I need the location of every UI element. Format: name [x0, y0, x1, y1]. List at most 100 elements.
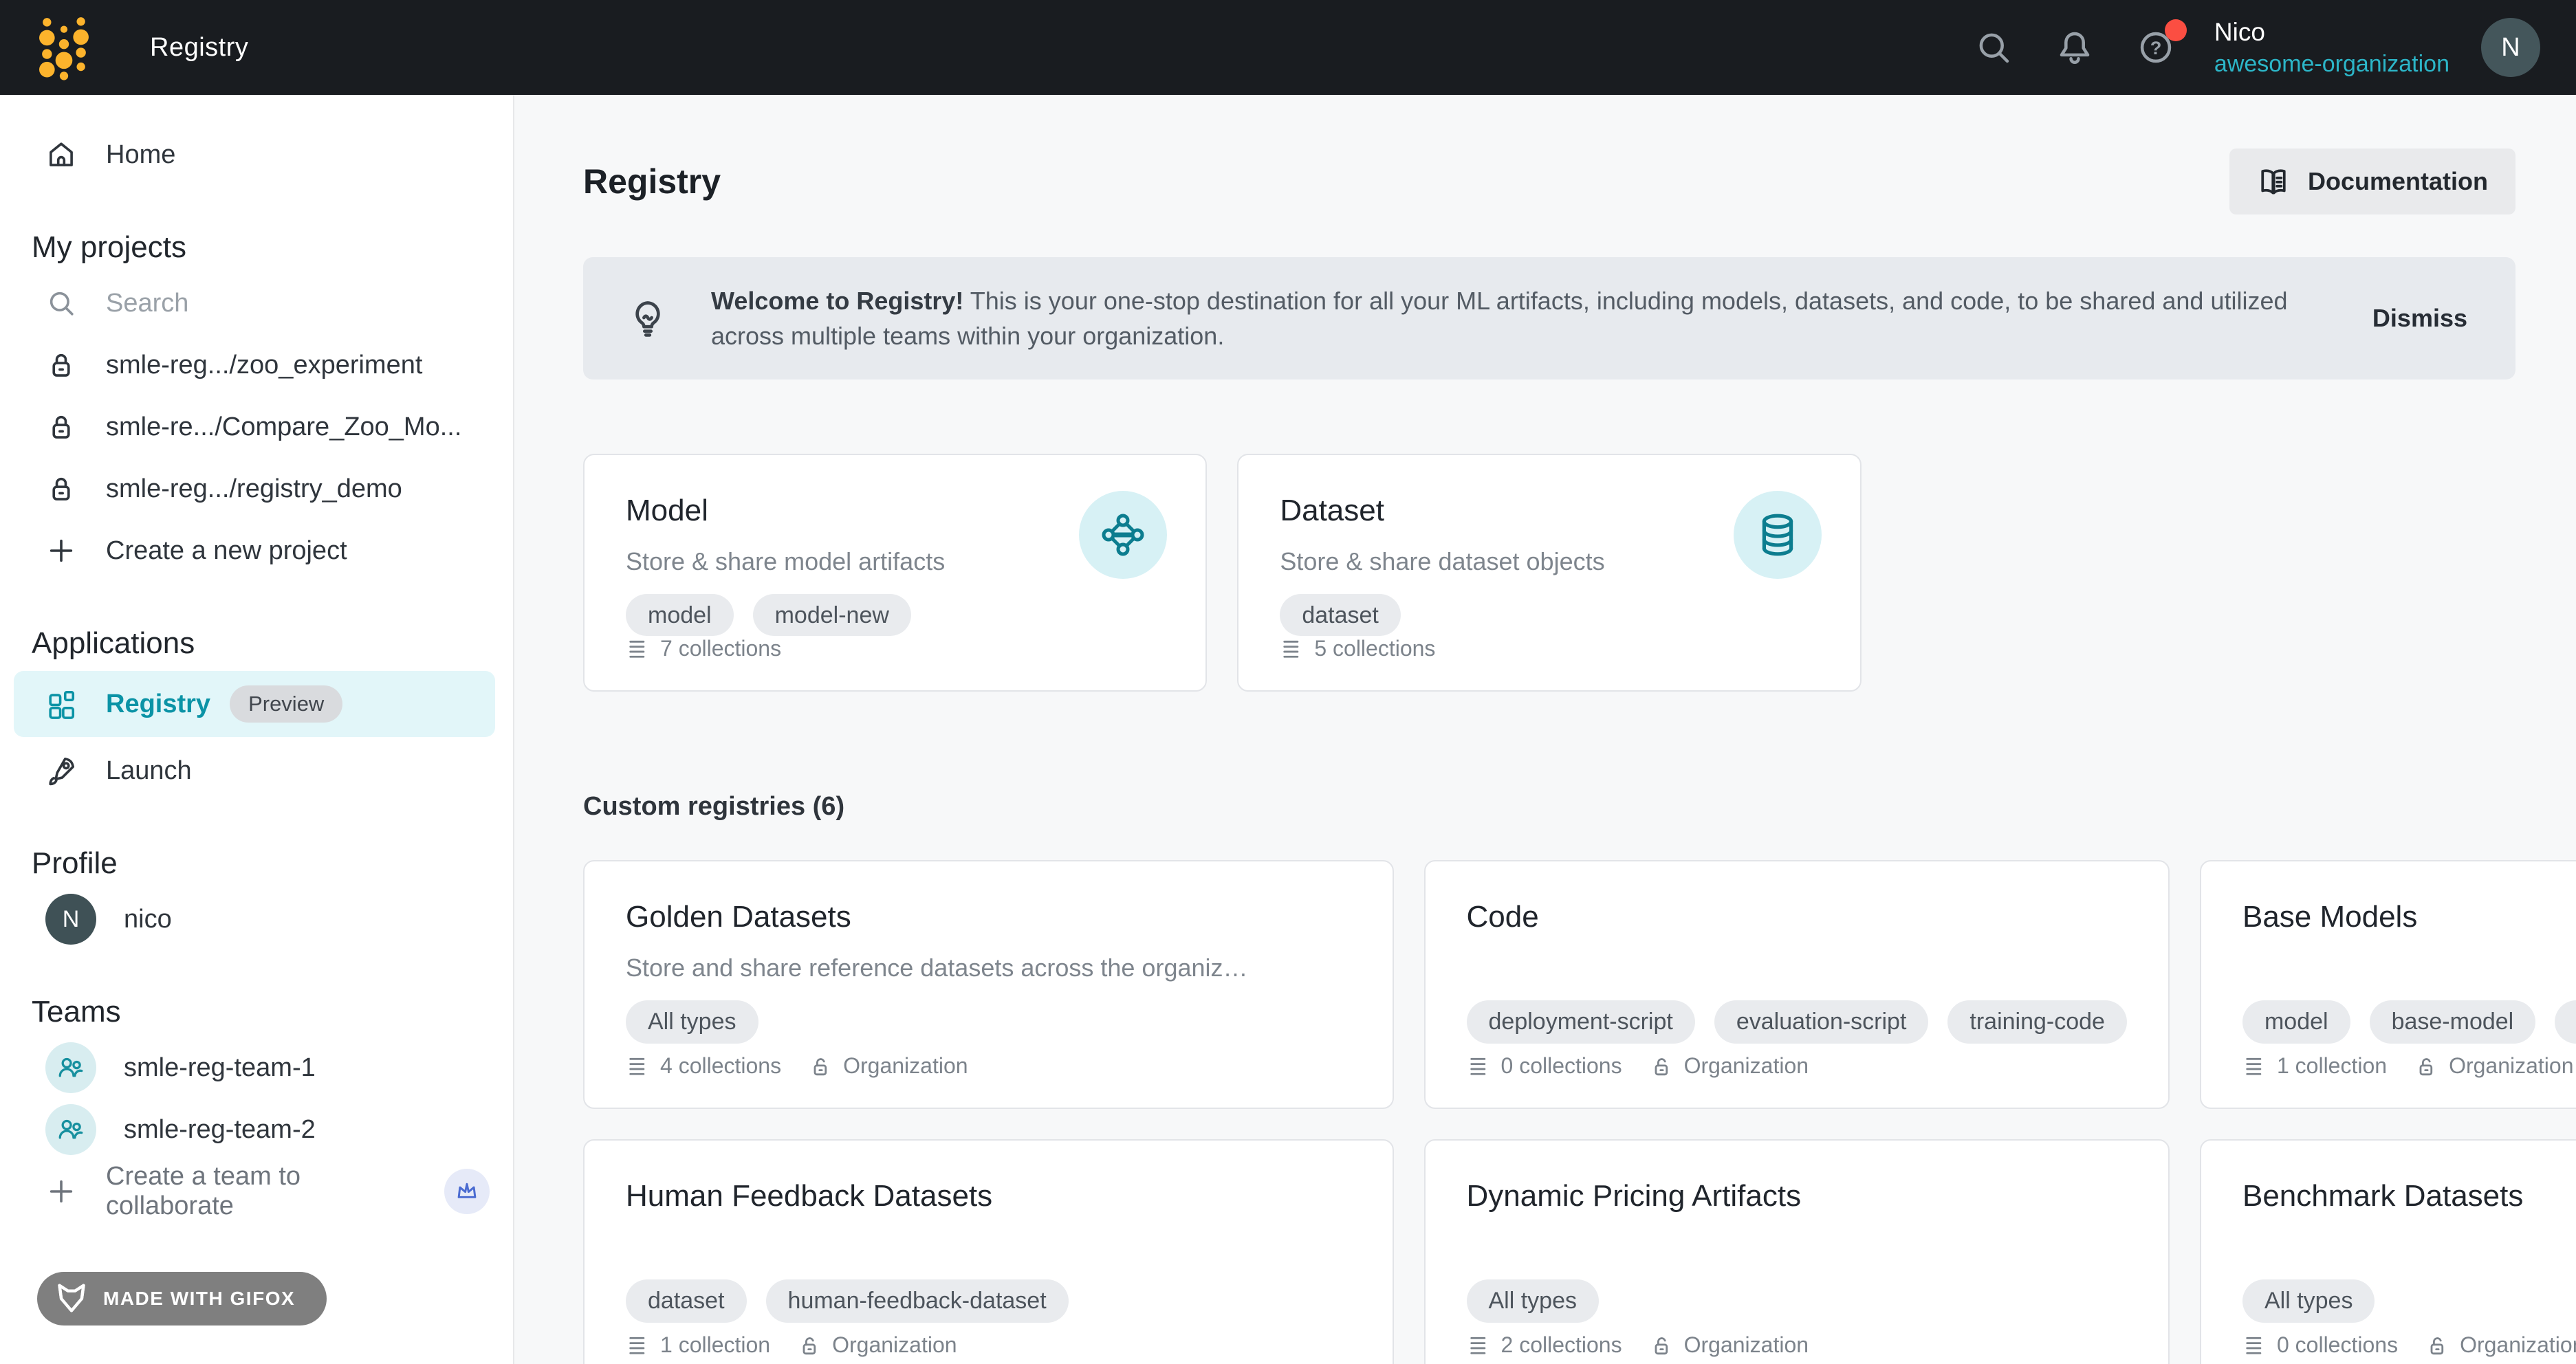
collections-list-icon [2242, 1333, 2267, 1358]
user-menu[interactable]: Nico awesome-organization [2214, 18, 2449, 78]
tag-pill: model [2242, 1000, 2350, 1044]
top-navbar: Registry ? Nico awesome-organization N [0, 0, 2576, 95]
registry-label: Registry [106, 690, 210, 719]
collections-count: 0 collections [1501, 1053, 1622, 1079]
documentation-label: Documentation [2308, 167, 2488, 196]
visibility-label: Organization [2460, 1332, 2576, 1358]
collections-count: 7 collections [660, 636, 781, 661]
card-title: Base Models [2242, 900, 2576, 934]
page-title: Registry [583, 162, 721, 201]
sidebar-item-profile[interactable]: N nico [0, 888, 513, 950]
card-footer: 2 collections Organization [1467, 1332, 2127, 1358]
card-title: Code [1467, 900, 2127, 934]
book-icon [2257, 165, 2290, 198]
collections-list-icon [1467, 1333, 1492, 1358]
visibility-label: Organization [1684, 1332, 1809, 1358]
registry-card-golden-datasets[interactable]: Golden Datasets Store and share referenc… [583, 860, 1394, 1109]
collections-count: 1 collection [2277, 1053, 2387, 1079]
card-description [1467, 954, 2127, 984]
card-footer: 0 collections Organization [2242, 1332, 2576, 1358]
tag-pill: All types [2242, 1279, 2375, 1323]
launch-label: Launch [106, 756, 192, 786]
sidebar-item-registry[interactable]: Registry Preview [14, 671, 495, 737]
card-footer: 7 collections [626, 636, 1164, 661]
registry-card-base-models[interactable]: Base Models model base-model pre-trained… [2200, 860, 2576, 1109]
sidebar-item-home[interactable]: Home [0, 124, 513, 186]
card-title: Benchmark Datasets [2242, 1179, 2576, 1213]
main-content: Registry Documentation Welcome to Regist… [514, 95, 2576, 1364]
help-button[interactable]: ? [2136, 26, 2179, 69]
sidebar-project-item[interactable]: smle-re.../Compare_Zoo_Mo... [0, 396, 513, 458]
notifications-button[interactable] [2055, 26, 2097, 69]
create-project-label: Create a new project [106, 536, 347, 566]
card-tags: deployment-script evaluation-script trai… [1467, 1000, 2127, 1044]
create-project-button[interactable]: Create a new project [0, 520, 513, 582]
registry-card-code[interactable]: Code deployment-script evaluation-script… [1424, 860, 2170, 1109]
teams-heading: Teams [0, 987, 513, 1037]
card-footer: 1 collection Organization [2242, 1053, 2576, 1079]
fox-icon [52, 1279, 91, 1318]
collections-list-icon [626, 1054, 651, 1079]
project-search [0, 272, 513, 334]
registry-card-benchmark-datasets[interactable]: Benchmark Datasets All types 0 collectio… [2200, 1139, 2576, 1364]
registry-card-model[interactable]: Model Store & share model artifacts mode… [583, 454, 1207, 692]
sidebar-team-item[interactable]: smle-reg-team-2 [0, 1099, 513, 1160]
navbar-actions: ? Nico awesome-organization N [1935, 18, 2540, 78]
banner-text: Welcome to Registry! This is your one-st… [711, 283, 2293, 353]
visibility: Organization [1650, 1053, 1809, 1079]
card-tags: All types [2242, 1279, 2576, 1323]
my-projects-heading: My projects [0, 223, 513, 272]
dataset-icon [1734, 491, 1822, 579]
card-description [626, 1233, 1351, 1263]
project-name: smle-reg.../registry_demo [106, 474, 402, 504]
banner-title: Welcome to Registry! [711, 287, 963, 315]
made-with-gifox-badge[interactable]: MADE WITH GIFOX [37, 1272, 327, 1326]
unlock-icon [2414, 1054, 2439, 1079]
registry-card-dynamic-pricing-artifacts[interactable]: Dynamic Pricing Artifacts All types 2 co… [1424, 1139, 2170, 1364]
dismiss-button[interactable]: Dismiss [2363, 304, 2477, 333]
unlock-icon [2425, 1333, 2450, 1358]
navbar-title: Registry [150, 33, 248, 63]
visibility-label: Organization [2449, 1053, 2573, 1079]
visibility: Organization [1650, 1332, 1809, 1358]
visibility-label: Organization [832, 1332, 957, 1358]
collections-count: 2 collections [1501, 1332, 1622, 1358]
registry-card-human-feedback-datasets[interactable]: Human Feedback Datasets dataset human-fe… [583, 1139, 1394, 1364]
user-name: Nico [2214, 18, 2449, 47]
core-registries-grid: Model Store & share model artifacts mode… [583, 454, 2515, 692]
card-tags: model base-model pre-trained-model [2242, 1000, 2576, 1044]
custom-registries-grid: Golden Datasets Store and share referenc… [583, 860, 2515, 1364]
card-footer: 5 collections [1280, 636, 1818, 661]
card-title: Human Feedback Datasets [626, 1179, 1351, 1213]
user-avatar[interactable]: N [2481, 18, 2540, 77]
bell-icon [2055, 28, 2097, 67]
tag-pill: evaluation-script [1714, 1000, 1929, 1044]
tag-pill: base-model [2370, 1000, 2536, 1044]
project-name: smle-re.../Compare_Zoo_Mo... [106, 412, 461, 442]
tag-pill: All types [626, 1000, 758, 1044]
wandb-logo-icon[interactable] [39, 14, 89, 81]
sidebar-team-item[interactable]: smle-reg-team-1 [0, 1037, 513, 1099]
team-avatar-icon [45, 1104, 96, 1155]
crown-icon [444, 1169, 490, 1214]
tag-pill: human-feedback-dataset [766, 1279, 1069, 1323]
tag-pill: model-new [753, 594, 911, 636]
visibility-label: Organization [1684, 1053, 1809, 1079]
collections-list-icon [1280, 637, 1305, 661]
project-search-input[interactable] [106, 289, 490, 318]
search-button[interactable] [1974, 26, 2016, 69]
home-icon [45, 139, 77, 170]
registry-card-dataset[interactable]: Dataset Store & share dataset objects da… [1237, 454, 1861, 692]
search-icon [1974, 28, 2016, 67]
card-title: Golden Datasets [626, 900, 1351, 934]
team-avatar-icon [45, 1042, 96, 1093]
sidebar-item-launch[interactable]: Launch [0, 740, 513, 802]
create-team-button[interactable]: Create a team to collaborate [0, 1160, 513, 1222]
sidebar-project-item[interactable]: smle-reg.../zoo_experiment [0, 334, 513, 396]
team-name: smle-reg-team-1 [124, 1053, 316, 1083]
notification-dot [2165, 19, 2187, 41]
documentation-button[interactable]: Documentation [2229, 148, 2515, 214]
visibility: Organization [809, 1053, 968, 1079]
unlock-icon [1650, 1333, 1674, 1358]
sidebar-project-item[interactable]: smle-reg.../registry_demo [0, 458, 513, 520]
